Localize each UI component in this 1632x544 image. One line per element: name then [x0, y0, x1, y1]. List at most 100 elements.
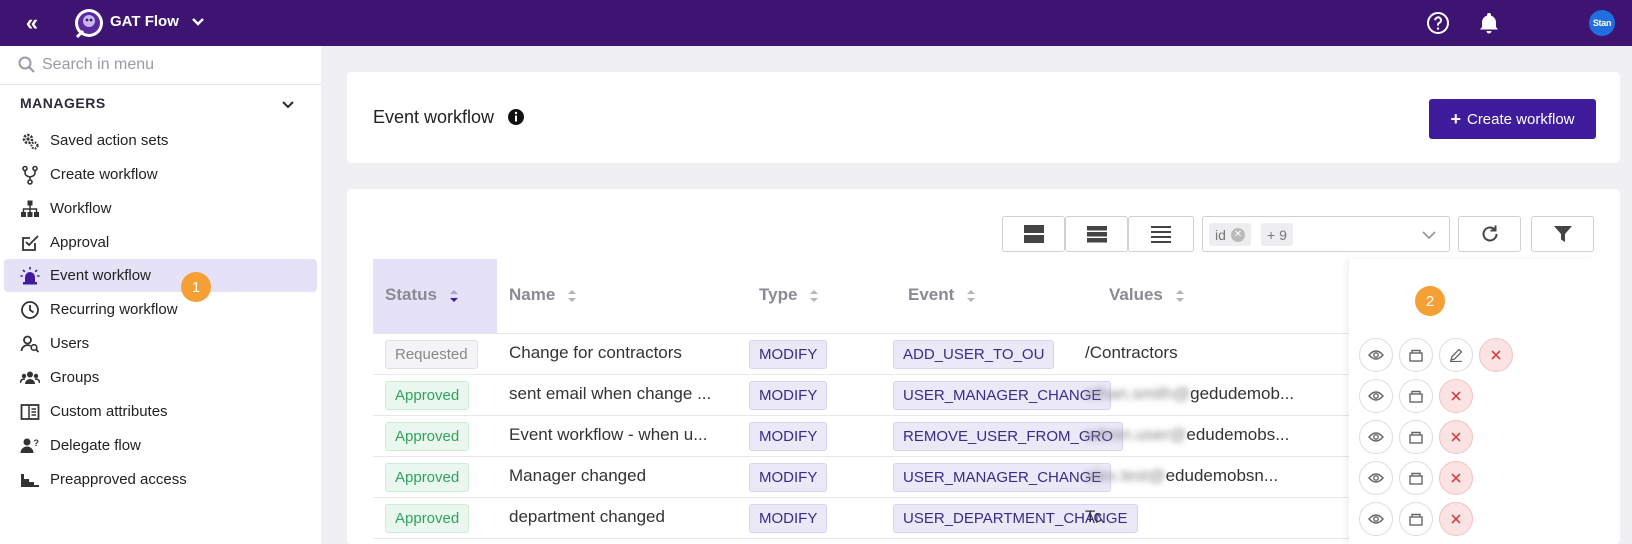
copy-icon	[1409, 349, 1423, 362]
column-header-label: Values	[1109, 285, 1163, 304]
type-badge: MODIFY	[749, 504, 828, 533]
copy-button[interactable]	[1399, 338, 1433, 372]
sidebar-item-create-workflow[interactable]: Create workflow	[4, 158, 317, 191]
gears-icon	[22, 133, 39, 150]
column-header-values[interactable]: Values	[1109, 285, 1186, 305]
chevron-down-icon[interactable]	[280, 97, 296, 113]
create-workflow-button[interactable]: + Create workflow	[1429, 99, 1596, 139]
column-header-label: Event	[908, 285, 955, 304]
value-text: edudemobs...	[1186, 425, 1290, 444]
plus-icon: +	[1450, 108, 1461, 129]
sidebar-item-groups[interactable]: Groups	[4, 361, 317, 394]
sidebar-item-recurring-workflow[interactable]: Recurring workflow	[4, 293, 317, 326]
redacted-value: ethan.smith@	[1085, 384, 1191, 403]
sidebar: MANAGERS Saved action sets Create workfl…	[0, 46, 321, 544]
sidebar-item-label: Saved action sets	[50, 132, 169, 149]
column-header-event[interactable]: Event	[908, 285, 977, 305]
refresh-button[interactable]	[1458, 216, 1521, 252]
view-button[interactable]	[1359, 461, 1393, 495]
column-header-type[interactable]: Type	[759, 285, 820, 305]
event-badge: ADD_USER_TO_OU	[893, 340, 1055, 369]
type-badge: MODIFY	[749, 340, 828, 369]
workflow-name[interactable]: sent email when change ...	[509, 384, 711, 404]
eye-icon	[1368, 432, 1384, 442]
sidebar-item-saved-action-sets[interactable]: Saved action sets	[4, 124, 317, 157]
callout-badge-2: 2	[1415, 286, 1445, 316]
density-medium-button[interactable]	[1065, 216, 1128, 252]
density-large-button[interactable]	[1002, 216, 1065, 252]
sidebar-item-event-workflow[interactable]: Event workflow	[4, 259, 317, 292]
eye-icon	[1368, 473, 1384, 483]
copy-icon	[1409, 390, 1423, 403]
view-button[interactable]	[1359, 338, 1393, 372]
copy-button[interactable]	[1399, 420, 1433, 454]
status-badge: Approved	[385, 381, 470, 410]
column-header-name[interactable]: Name	[509, 285, 578, 305]
chevron-down-icon[interactable]	[1421, 228, 1437, 242]
workflow-name[interactable]: Event workflow - when u...	[509, 425, 707, 445]
column-header-label: Name	[509, 285, 556, 304]
info-icon[interactable]	[507, 108, 525, 126]
sidebar-item-workflow[interactable]: Workflow	[4, 192, 317, 225]
column-selector[interactable]: id ✕ + 9	[1202, 216, 1450, 252]
sidebar-item-label: Recurring workflow	[50, 301, 178, 318]
bell-icon[interactable]	[1477, 11, 1501, 35]
sidebar-search	[0, 46, 321, 85]
branch-icon	[22, 165, 38, 185]
group-icon	[20, 371, 40, 384]
search-icon	[18, 56, 35, 73]
collapse-sidebar-icon[interactable]: «	[20, 10, 44, 35]
value-text: edudemobsn...	[1165, 466, 1279, 485]
app-name[interactable]: GAT Flow	[110, 13, 179, 30]
copy-icon	[1409, 472, 1423, 485]
filter-button[interactable]	[1531, 216, 1594, 252]
values-cell: ethan.smith@gedudemob...	[1085, 384, 1294, 404]
sidebar-item-delegate-flow[interactable]: ? Delegate flow	[4, 429, 317, 462]
sidebar-item-custom-attributes[interactable]: Custom attributes	[4, 395, 317, 428]
delete-button[interactable]	[1439, 379, 1473, 413]
delete-button[interactable]	[1439, 461, 1473, 495]
workflow-name[interactable]: Change for contractors	[509, 343, 682, 363]
copy-icon	[1409, 513, 1423, 526]
workflow-name[interactable]: department changed	[509, 507, 665, 527]
section-header-managers[interactable]: MANAGERS	[20, 95, 300, 115]
more-columns-chip[interactable]: + 9	[1261, 223, 1293, 246]
help-icon[interactable]	[1426, 11, 1450, 35]
edit-icon	[1450, 348, 1463, 362]
view-button[interactable]	[1359, 379, 1393, 413]
sidebar-item-label: Workflow	[50, 200, 112, 217]
workflow-name[interactable]: Manager changed	[509, 466, 646, 486]
sidebar-item-preapproved-access[interactable]: Preapproved access	[4, 463, 317, 496]
section-title: MANAGERS	[20, 95, 106, 111]
edit-button[interactable]	[1439, 338, 1473, 372]
copy-button[interactable]	[1399, 502, 1433, 536]
sidebar-item-approval[interactable]: Approval	[4, 226, 317, 259]
eye-icon	[1368, 350, 1384, 360]
event-badge: USER_MANAGER_CHANGE	[893, 463, 1112, 492]
create-workflow-label: Create workflow	[1466, 110, 1575, 128]
status-badge: Approved	[385, 463, 470, 492]
column-header-status[interactable]: Status	[385, 285, 460, 305]
eye-icon	[1368, 514, 1384, 524]
delete-button[interactable]	[1439, 502, 1473, 536]
column-chip-id[interactable]: id ✕	[1209, 223, 1251, 246]
copy-button[interactable]	[1399, 461, 1433, 495]
sidebar-item-users[interactable]: Users	[4, 327, 317, 360]
workflow-table-card: id ✕ + 9 Status Name Type Event Values R…	[347, 189, 1620, 544]
view-button[interactable]	[1359, 420, 1393, 454]
chevron-down-icon[interactable]	[188, 12, 208, 32]
delete-button[interactable]	[1439, 420, 1473, 454]
delete-button[interactable]	[1479, 338, 1513, 372]
column-header-label: Type	[759, 285, 798, 304]
view-button[interactable]	[1359, 502, 1393, 536]
sort-desc-icon	[449, 289, 458, 302]
sidebar-item-label: Approval	[50, 234, 110, 251]
type-badge: MODIFY	[749, 463, 828, 492]
sort-icon	[967, 289, 976, 302]
copy-button[interactable]	[1399, 379, 1433, 413]
density-compact-button[interactable]	[1128, 216, 1194, 252]
rows-large-icon	[1023, 225, 1044, 243]
avatar[interactable]: Stan	[1589, 10, 1615, 36]
search-input[interactable]	[42, 53, 302, 77]
remove-chip-icon[interactable]: ✕	[1230, 227, 1245, 242]
